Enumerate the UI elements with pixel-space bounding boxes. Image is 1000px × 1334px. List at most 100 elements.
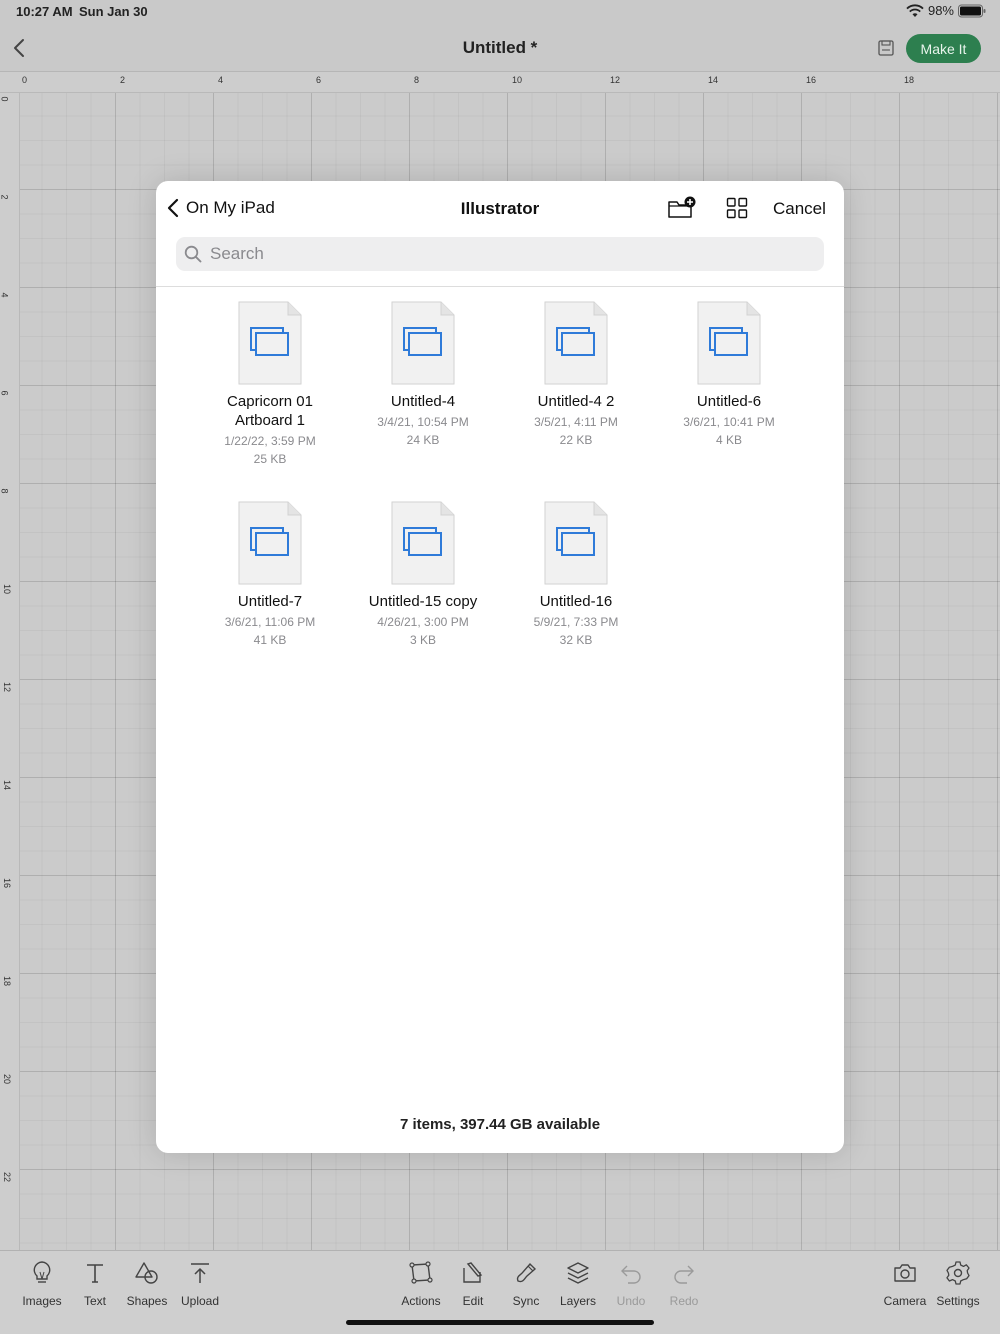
gear-icon (946, 1261, 970, 1285)
edit-label: Edit (462, 1294, 484, 1308)
file-item[interactable]: Untitled-6 3/6/21, 10:41 PM 4 KB (659, 301, 799, 449)
ruler-top-label: 16 (806, 75, 817, 85)
ruler-top-label: 2 (120, 75, 126, 85)
document-icon (391, 301, 455, 385)
redo-tool[interactable]: Redo (654, 1260, 714, 1308)
ruler-left-label: 10 (2, 583, 13, 595)
redo-icon (674, 1265, 694, 1284)
home-indicator (346, 1320, 654, 1325)
battery-icon (958, 4, 986, 17)
ruler-top: 0 2 4 6 8 10 12 14 16 18 (0, 72, 1000, 93)
ruler-left-label: 2 (0, 194, 10, 200)
camera-tool[interactable]: Camera (875, 1260, 935, 1308)
ruler-top-label: 14 (708, 75, 719, 85)
search-bar[interactable] (176, 237, 824, 271)
ruler-top-label: 12 (610, 75, 621, 85)
actions-label: Actions (401, 1294, 441, 1308)
document-icon (544, 301, 608, 385)
shapes-tool[interactable]: Shapes (117, 1260, 177, 1308)
undo-label: Undo (616, 1294, 646, 1308)
file-name: Capricorn 01 Artboard 1 (227, 393, 313, 429)
folder-plus-icon[interactable] (667, 196, 697, 220)
text-label: Text (83, 1294, 106, 1308)
document-title: Untitled * (462, 38, 538, 57)
file-date: 3/4/21, 10:54 PM (377, 415, 469, 429)
make-it-button[interactable]: Make It (906, 34, 981, 63)
lightbulb-icon (33, 1261, 51, 1283)
file-size: 3 KB (409, 633, 436, 647)
file-name: Untitled-7 (237, 593, 303, 610)
camera-label: Camera (883, 1294, 927, 1308)
save-icon[interactable] (876, 39, 896, 57)
sync-tool[interactable]: Sync (496, 1260, 556, 1308)
document-icon (391, 501, 455, 585)
storage-summary: 7 items, 397.44 GB available (399, 1116, 601, 1133)
settings-tool[interactable]: Settings (928, 1260, 988, 1308)
file-name: Untitled-6 (696, 393, 762, 410)
file-size: 32 KB (559, 633, 593, 647)
shapes-label: Shapes (126, 1294, 168, 1308)
ruler-left: 0 2 4 6 8 10 12 14 16 18 20 22 (0, 93, 20, 1250)
upload-label: Upload (180, 1294, 220, 1308)
file-date: 4/26/21, 3:00 PM (377, 615, 469, 629)
file-item[interactable]: Untitled-15 copy 4/26/21, 3:00 PM 3 KB (353, 501, 493, 649)
upload-tool[interactable]: Upload (170, 1260, 230, 1308)
undo-icon (621, 1265, 641, 1284)
ruler-left-label: 22 (2, 1171, 13, 1183)
status-time: 10:27 AM (16, 4, 73, 19)
file-size: 22 KB (559, 433, 593, 447)
search-icon (184, 245, 202, 263)
edit-icon (463, 1262, 483, 1283)
battery-percent: 98% (927, 3, 954, 18)
ruler-left-label: 6 (0, 390, 10, 396)
ruler-left-label: 20 (2, 1073, 13, 1085)
search-input[interactable] (210, 244, 810, 264)
document-icon (697, 301, 761, 385)
picker-back-label: On My iPad (186, 198, 275, 217)
ruler-top-label: 8 (414, 75, 420, 85)
sync-label: Sync (512, 1294, 540, 1308)
file-name: Untitled-16 (539, 593, 613, 610)
file-name: Untitled-15 copy (368, 593, 478, 610)
ruler-left-label: 0 (0, 96, 10, 102)
file-date: 3/6/21, 11:06 PM (224, 615, 316, 629)
ruler-left-label: 12 (2, 681, 13, 693)
ruler-left-label: 8 (0, 488, 10, 494)
layers-label: Layers (559, 1294, 597, 1308)
edit-tool[interactable]: Edit (443, 1260, 503, 1308)
file-item[interactable]: Capricorn 01 Artboard 1 1/22/22, 3:59 PM 2… (200, 301, 340, 468)
settings-label: Settings (936, 1294, 980, 1308)
file-date: 3/6/21, 10:41 PM (683, 415, 775, 429)
ruler-top-label: 6 (316, 75, 322, 85)
undo-tool[interactable]: Undo (601, 1260, 661, 1308)
file-date: 5/9/21, 7:33 PM (533, 615, 619, 629)
document-icon (238, 301, 302, 385)
file-name: Untitled-4 2 (537, 393, 615, 410)
file-item[interactable]: Untitled-7 3/6/21, 11:06 PM 41 KB (200, 501, 340, 649)
wifi-icon (906, 3, 924, 17)
actions-tool[interactable]: Actions (391, 1260, 451, 1308)
cancel-button[interactable]: Cancel (773, 199, 826, 219)
images-tool[interactable]: Images (12, 1260, 72, 1308)
back-icon[interactable] (8, 36, 30, 60)
file-item[interactable]: Untitled-4 2 3/5/21, 4:11 PM 22 KB (506, 301, 646, 449)
ruler-left-label: 18 (2, 975, 13, 987)
redo-label: Redo (669, 1294, 699, 1308)
file-item[interactable]: Untitled-4 3/4/21, 10:54 PM 24 KB (353, 301, 493, 449)
shapes-icon (135, 1262, 158, 1284)
text-tool[interactable]: Text (65, 1260, 125, 1308)
file-picker-dialog: On My iPad Illustrator Cancel Capricorn … (156, 181, 844, 1153)
grid-view-icon[interactable] (726, 197, 748, 219)
file-size: 4 KB (715, 433, 742, 447)
ruler-left-label: 16 (2, 877, 13, 889)
camera-icon (894, 1264, 916, 1282)
ruler-left-label: 14 (2, 779, 13, 791)
layers-icon (567, 1262, 589, 1284)
file-item[interactable]: Untitled-16 5/9/21, 7:33 PM 32 KB (506, 501, 646, 649)
sync-icon (516, 1262, 537, 1283)
ruler-top-label: 18 (904, 75, 915, 85)
images-label: Images (22, 1294, 62, 1308)
file-date: 3/5/21, 4:11 PM (534, 415, 618, 429)
picker-back-button[interactable]: On My iPad (166, 198, 275, 218)
layers-tool[interactable]: Layers (548, 1260, 608, 1308)
